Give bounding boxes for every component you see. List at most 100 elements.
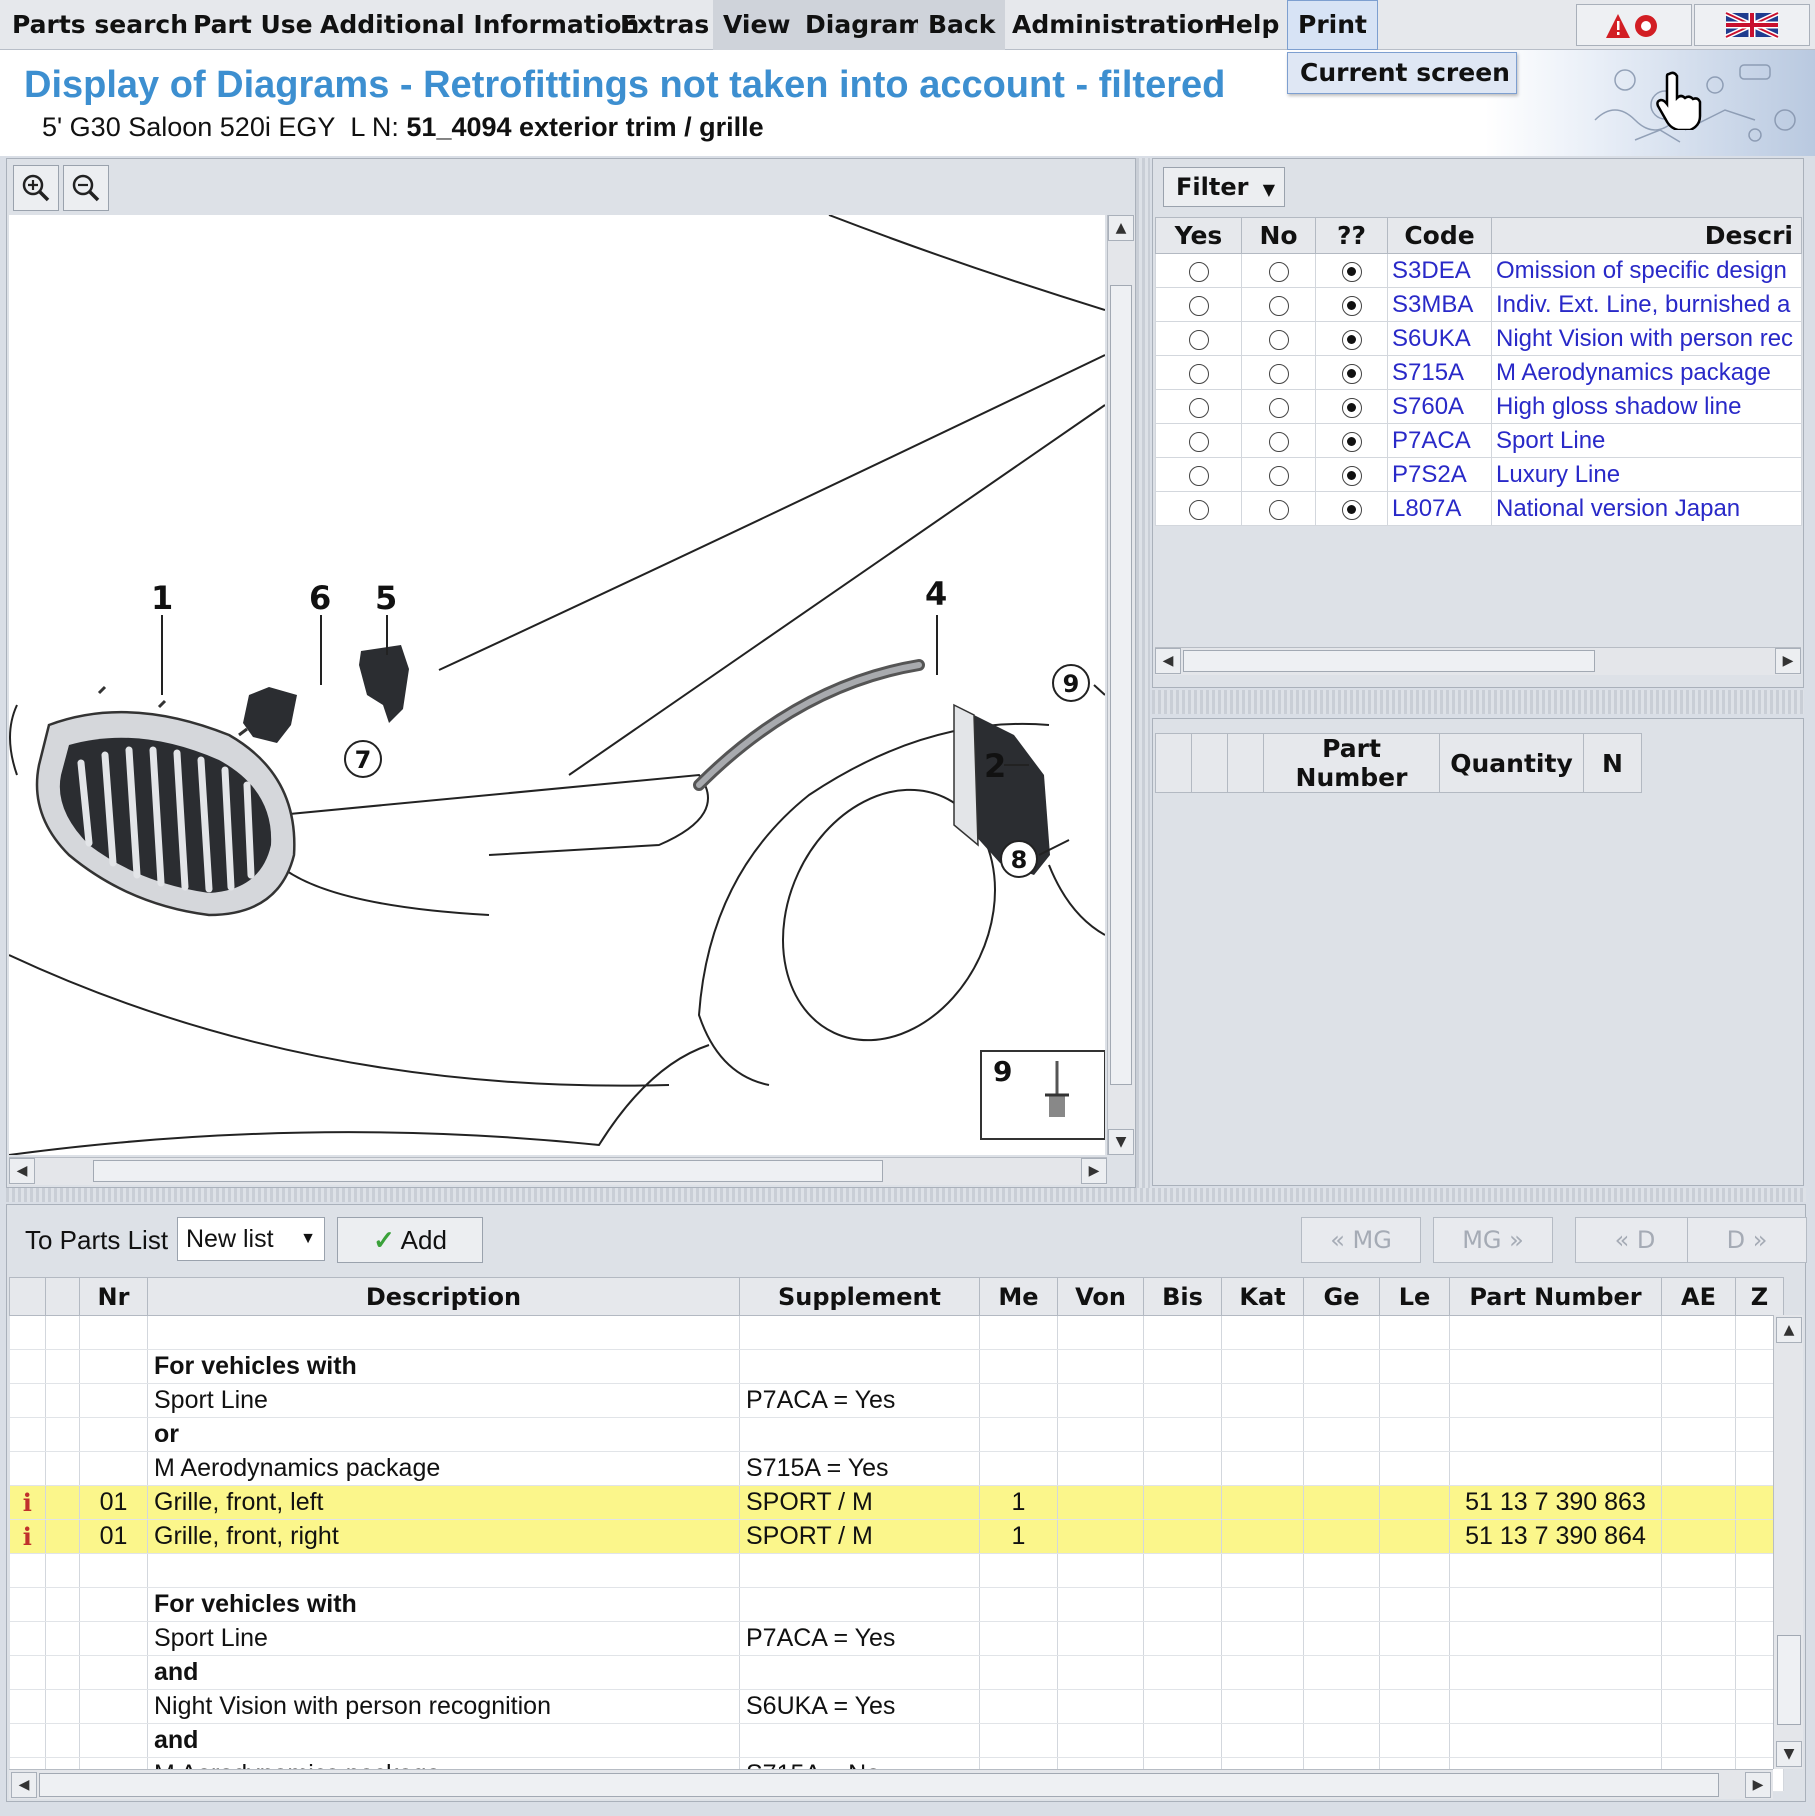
parts-col-me[interactable]: Me — [979, 1277, 1058, 1316]
print-dropdown-current-screen[interactable]: Current screen — [1287, 52, 1517, 94]
scroll-left-icon[interactable]: ◀ — [9, 1158, 35, 1184]
table-row[interactable]: and — [9, 1655, 1784, 1690]
radio-yes[interactable] — [1188, 465, 1209, 486]
filter-button[interactable]: Filter ▼ — [1163, 167, 1285, 207]
parts-scroll-thumb[interactable] — [1777, 1635, 1801, 1725]
menu-print[interactable]: Print — [1287, 0, 1378, 50]
radio-no[interactable] — [1268, 431, 1289, 452]
table-row[interactable]: and — [9, 1723, 1784, 1758]
right-horizontal-splitter[interactable] — [1152, 690, 1804, 714]
parts-col-description[interactable]: Description — [147, 1277, 740, 1316]
filter-code[interactable]: S3DEA — [1387, 253, 1492, 288]
filter-radio-cell[interactable] — [1241, 389, 1316, 424]
add-button[interactable]: ✓ Add — [337, 1217, 483, 1263]
radio-no[interactable] — [1268, 465, 1289, 486]
parts-diagram[interactable]: 1 6 5 4 2 9 7 8 9 — [9, 215, 1105, 1155]
scroll-down-icon[interactable]: ▼ — [1776, 1741, 1802, 1767]
filter-radio-cell[interactable] — [1155, 423, 1242, 458]
menu-part-use[interactable]: Part Use — [183, 0, 323, 50]
filter-radio-cell[interactable] — [1155, 253, 1242, 288]
filter-description[interactable]: High gloss shadow line — [1491, 389, 1802, 424]
menu-parts-search[interactable]: Parts search — [2, 0, 198, 50]
callout-4[interactable]: 4 — [925, 575, 947, 613]
radio-no[interactable] — [1268, 295, 1289, 316]
filter-horizontal-scrollbar[interactable]: ◀ ▶ — [1155, 647, 1801, 675]
table-row[interactable]: For vehicles with — [9, 1349, 1784, 1384]
filter-radio-cell[interactable] — [1315, 287, 1388, 322]
parts-col-kat[interactable]: Kat — [1221, 1277, 1304, 1316]
table-row[interactable]: Night Vision with person recognition S6UK… — [9, 1689, 1784, 1724]
part-row[interactable]: i 01 Grille, front, left SPORT / M 1 51 13 7 … — [9, 1485, 1784, 1520]
table-row[interactable] — [9, 1553, 1784, 1588]
filter-row[interactable]: P7ACA Sport Line — [1155, 423, 1802, 458]
parts-col-von[interactable]: Von — [1057, 1277, 1144, 1316]
filter-radio-cell[interactable] — [1241, 355, 1316, 390]
filter-code[interactable]: S6UKA — [1387, 321, 1492, 356]
filter-radio-cell[interactable] — [1315, 355, 1388, 390]
filter-description[interactable]: National version Japan — [1491, 491, 1802, 526]
part-col-blank-2[interactable] — [1191, 733, 1228, 793]
diagram-horizontal-scrollbar[interactable]: ◀ ▶ — [9, 1157, 1107, 1185]
filter-radio-cell[interactable] — [1241, 423, 1316, 458]
filter-radio-cell[interactable] — [1241, 457, 1316, 492]
filter-col-description[interactable]: Descri — [1491, 217, 1802, 254]
filter-radio-cell[interactable] — [1315, 253, 1388, 288]
menu-extras[interactable]: Extras — [610, 0, 719, 50]
filter-col-unknown[interactable]: ?? — [1315, 217, 1388, 254]
parts-hscroll-thumb[interactable] — [39, 1773, 1719, 1797]
language-flag-button[interactable] — [1694, 4, 1810, 46]
radio-yes[interactable] — [1188, 397, 1209, 418]
radio-yes[interactable] — [1188, 295, 1209, 316]
filter-row[interactable]: P7S2A Luxury Line — [1155, 457, 1802, 492]
filter-code[interactable]: P7ACA — [1387, 423, 1492, 458]
scroll-left-icon[interactable]: ◀ — [1155, 648, 1181, 674]
diagram-scroll-thumb[interactable] — [1110, 285, 1132, 1085]
info-icon[interactable]: i — [23, 1522, 32, 1551]
vertical-splitter[interactable] — [1136, 158, 1150, 1188]
table-row[interactable] — [9, 1315, 1784, 1350]
callout-1[interactable]: 1 — [151, 579, 173, 617]
filter-row[interactable]: S6UKA Night Vision with person rec — [1155, 321, 1802, 356]
callout-5[interactable]: 5 — [375, 579, 397, 617]
parts-col-nr[interactable]: Nr — [79, 1277, 148, 1316]
part-col-blank-3[interactable] — [1227, 733, 1264, 793]
filter-code[interactable]: L807A — [1387, 491, 1492, 526]
filter-row[interactable]: S3MBA Indiv. Ext. Line, burnished a — [1155, 287, 1802, 322]
filter-radio-cell[interactable] — [1315, 423, 1388, 458]
filter-col-yes[interactable]: Yes — [1155, 217, 1242, 254]
part-col-n[interactable]: N — [1583, 733, 1642, 793]
parts-col-ae[interactable]: AE — [1661, 1277, 1736, 1316]
radio-unknown[interactable] — [1341, 261, 1362, 282]
part-col-quantity[interactable]: Quantity — [1439, 733, 1584, 793]
menu-help[interactable]: Help — [1205, 0, 1289, 50]
filter-radio-cell[interactable] — [1315, 389, 1388, 424]
radio-unknown[interactable] — [1341, 363, 1362, 384]
menu-back[interactable]: Back — [918, 0, 1006, 50]
filter-radio-cell[interactable] — [1155, 355, 1242, 390]
radio-no[interactable] — [1268, 499, 1289, 520]
table-row[interactable]: Sport Line P7ACA = Yes — [9, 1383, 1784, 1418]
radio-no[interactable] — [1268, 397, 1289, 418]
scroll-up-icon[interactable]: ▲ — [1776, 1317, 1802, 1343]
filter-code[interactable]: S760A — [1387, 389, 1492, 424]
filter-code[interactable]: P7S2A — [1387, 457, 1492, 492]
scroll-up-icon[interactable]: ▲ — [1108, 215, 1134, 241]
filter-row[interactable]: L807A National version Japan — [1155, 491, 1802, 526]
next-main-group-button[interactable]: MG » — [1433, 1217, 1553, 1263]
table-row[interactable]: For vehicles with — [9, 1587, 1784, 1622]
parts-col-z[interactable]: Z — [1735, 1277, 1784, 1316]
radio-unknown[interactable] — [1341, 295, 1362, 316]
filter-radio-cell[interactable] — [1241, 321, 1316, 356]
radio-unknown[interactable] — [1341, 431, 1362, 452]
filter-hscroll-thumb[interactable] — [1183, 650, 1595, 672]
filter-radio-cell[interactable] — [1155, 287, 1242, 322]
callout-8[interactable]: 8 — [1011, 846, 1028, 874]
filter-row[interactable]: S760A High gloss shadow line — [1155, 389, 1802, 424]
next-diagram-button[interactable]: D » — [1687, 1217, 1807, 1263]
callout-7[interactable]: 7 — [355, 746, 372, 774]
parts-list-select[interactable]: New list ▼ — [177, 1217, 325, 1261]
parts-horizontal-scrollbar[interactable]: ◀ ▶ — [9, 1769, 1773, 1799]
scroll-right-icon[interactable]: ▶ — [1745, 1772, 1771, 1798]
filter-radio-cell[interactable] — [1155, 321, 1242, 356]
menu-additional-information[interactable]: Additional Information — [310, 0, 649, 50]
